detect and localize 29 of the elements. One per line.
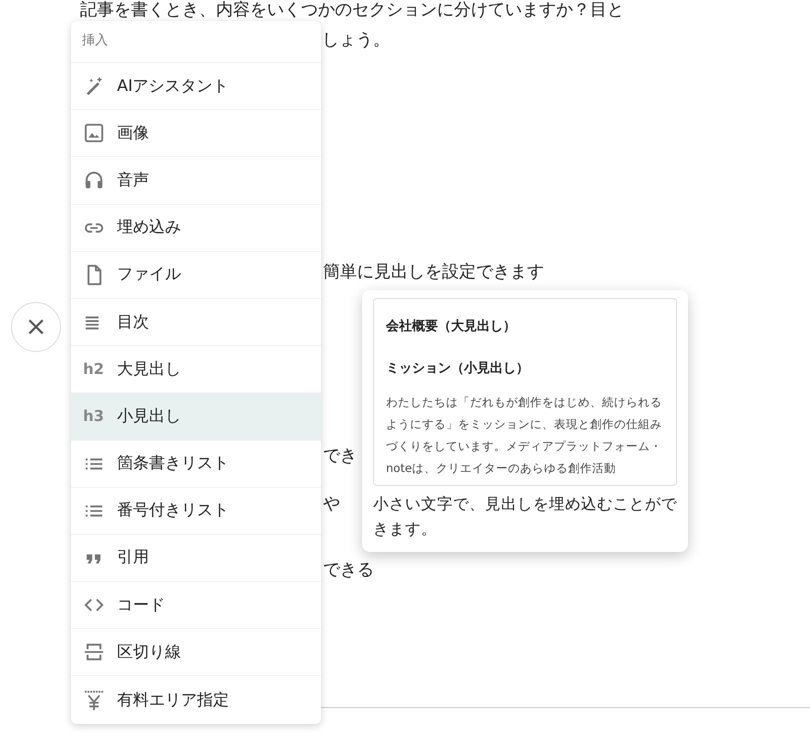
menu-item[interactable]: 埋め込み [71, 204, 321, 252]
headphones-icon [83, 169, 105, 192]
body-text: 記事を書くとき、内容をいくつかのセクションに分けていますか？目と [80, 0, 624, 20]
image-icon [83, 122, 105, 144]
menu-item[interactable]: 音声 [71, 157, 321, 205]
close-button[interactable]: × [11, 302, 61, 352]
preview-text: わたしたちは「だれもが創作をはじめ、続けられるようにする」をミッションに、表現と創作の仕組みづくりをしています。メディアプラットフォーム・noteは、クリエイターのあらゆる創作活動 [386, 394, 663, 477]
body-text: 簡単に見出しを設定できます [323, 262, 544, 282]
menu-item[interactable]: 目次 [71, 298, 321, 346]
menu-item[interactable]: 番号付きリスト [71, 488, 321, 535]
preview-heading: 会社概要（大見出し） [386, 318, 517, 335]
menu-item[interactable]: コード [71, 582, 321, 630]
menu-item[interactable]: 箇条書きリスト [71, 440, 321, 488]
preview-subheading: ミッション（小見出し） [386, 360, 530, 377]
menu-item[interactable]: AIアシスタント [71, 63, 321, 110]
menu-heading: 挿入 [71, 21, 321, 63]
yen-icon [83, 689, 105, 712]
menu-item[interactable]: 画像 [71, 110, 321, 158]
menu-item[interactable]: 有料エリア指定 [71, 676, 321, 724]
menu-item[interactable]: h3 小見出し [71, 393, 321, 440]
popup-caption: 小さい文字で、見出しを埋め込むことができます。 [373, 494, 677, 540]
body-text: できる [323, 560, 374, 580]
body-text: でき [323, 446, 357, 466]
menu-item[interactable]: ファイル [71, 252, 321, 299]
divider-icon [83, 641, 105, 664]
menu-item[interactable]: 引用 [71, 534, 321, 582]
body-text: しょう。 [322, 30, 390, 50]
menu-item[interactable]: 区切り線 [71, 629, 321, 676]
body-text: や [323, 494, 340, 514]
